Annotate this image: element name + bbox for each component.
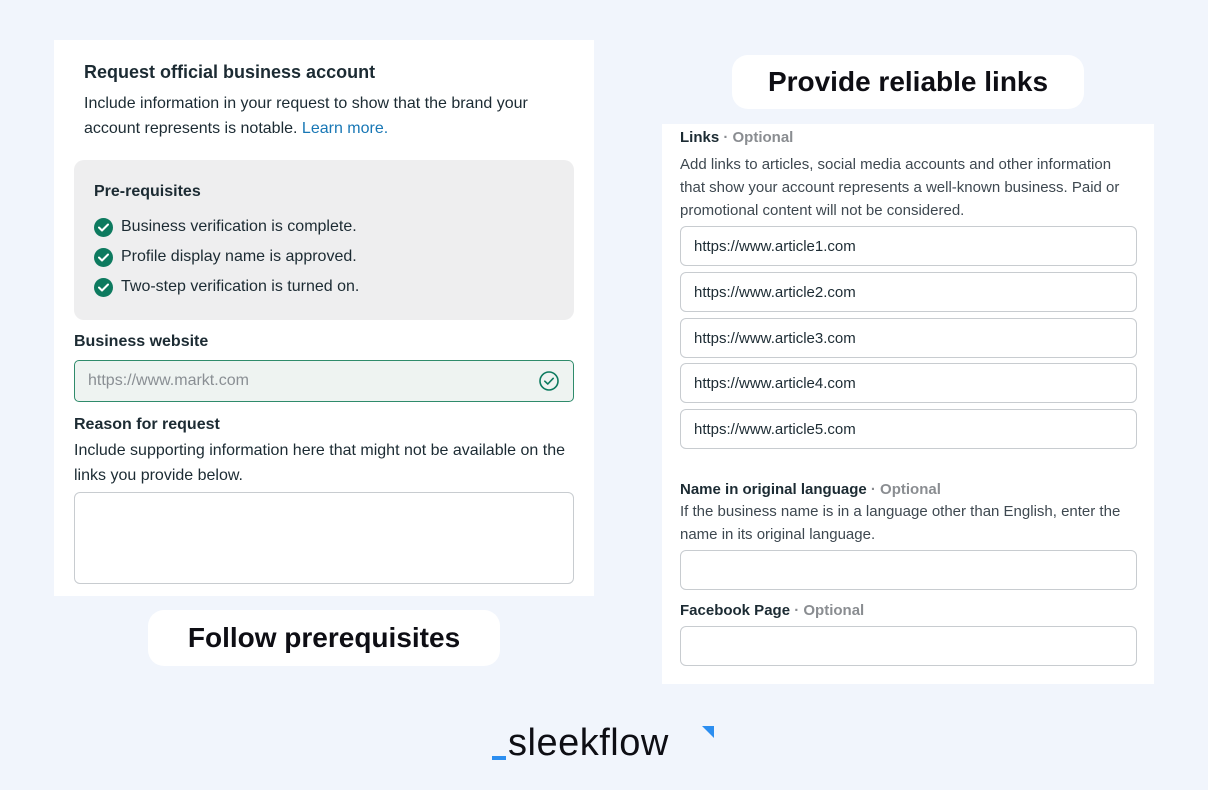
business-website-label: Business website (74, 333, 209, 350)
original-name-input[interactable] (680, 550, 1137, 590)
sleekflow-logo: sleekflow (492, 722, 722, 766)
card-title: Request official business account (84, 62, 376, 82)
original-name-label: Name in original language · Optional (680, 481, 941, 498)
logo-text: sleekflow (508, 722, 669, 764)
logo-corner-mark-icon (702, 726, 714, 738)
links-label-text: Links (680, 129, 720, 146)
original-name-description: If the business name is in a language ot… (680, 503, 1121, 543)
links-form-card: Links · Optional Add links to articles, … (662, 124, 1154, 684)
prerequisites-title: Pre-requisites (94, 183, 201, 200)
prerequisite-text: Profile display name is approved. (121, 248, 357, 265)
link-input[interactable]: https://www.article2.com (680, 272, 1137, 312)
valid-check-icon (539, 371, 559, 391)
card-description: Include information in your request to s… (84, 91, 564, 141)
original-name-label-text: Name in original language (680, 481, 867, 498)
prerequisite-text: Two-step verification is turned on. (121, 278, 360, 295)
prerequisite-item: Business verification is complete. (94, 216, 357, 238)
optional-tag: · Optional (866, 481, 941, 498)
optional-tag: · Optional (790, 602, 865, 619)
learn-more-link[interactable]: Learn more. (302, 120, 388, 137)
check-circle-icon (94, 217, 113, 237)
facebook-page-label-text: Facebook Page (680, 602, 791, 619)
reason-description: Include supporting information here that… (74, 442, 565, 484)
reason-textarea[interactable] (74, 492, 574, 584)
logo-underscore (492, 756, 506, 760)
prerequisite-text: Business verification is complete. (121, 218, 357, 235)
follow-prerequisites-pill: Follow prerequisites (148, 610, 500, 666)
prerequisite-item: Profile display name is approved. (94, 246, 357, 268)
reason-label: Reason for request (74, 416, 220, 433)
check-circle-icon (94, 247, 113, 267)
provide-links-pill: Provide reliable links (732, 55, 1084, 109)
prerequisite-item: Two-step verification is turned on. (94, 276, 359, 298)
link-input[interactable]: https://www.article3.com (680, 318, 1137, 358)
link-input[interactable]: https://www.article1.com (680, 226, 1137, 266)
prerequisites-box: Pre-requisites Business verification is … (74, 160, 574, 320)
link-input[interactable]: https://www.article5.com (680, 409, 1137, 449)
optional-tag: · Optional (719, 129, 794, 146)
check-circle-icon (94, 277, 113, 297)
business-website-input[interactable]: https://www.markt.com (74, 360, 574, 402)
request-official-account-card: Request official business account Includ… (54, 40, 594, 596)
business-website-value: https://www.markt.com (88, 372, 249, 389)
facebook-page-label: Facebook Page · Optional (680, 602, 864, 619)
links-label: Links · Optional (680, 129, 793, 146)
link-input[interactable]: https://www.article4.com (680, 363, 1137, 403)
links-description: Add links to articles, social media acco… (680, 156, 1120, 219)
facebook-page-input[interactable] (680, 626, 1137, 666)
